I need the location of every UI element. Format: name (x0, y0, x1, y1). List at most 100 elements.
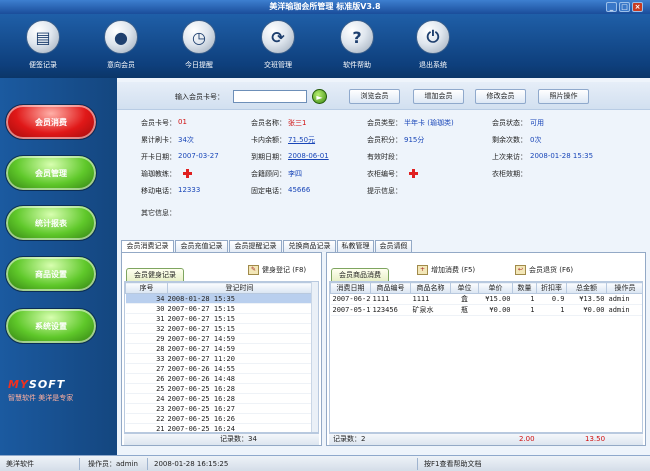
gym-seq-cell: 27 (125, 363, 168, 374)
table-row[interactable]: 23 2007-06-25 16:27 (125, 403, 312, 414)
goods-cell: 矿泉水 (410, 304, 451, 316)
status-operator: 操作员：admin (84, 458, 148, 470)
card-number-input[interactable] (233, 90, 307, 103)
status-company: 美洋软件 (2, 458, 80, 470)
consultant-value: 李四 (288, 170, 302, 178)
nav-member-manage[interactable]: 会员管理 (5, 155, 97, 191)
gym-time-cell: 2007-06-27 15:15 (167, 313, 312, 324)
table-row[interactable]: 25 2007-06-25 16:28 (125, 383, 312, 394)
tab-gym-records[interactable]: 会员健身记录 (126, 268, 184, 281)
balance-value[interactable]: 71.50元 (288, 135, 315, 145)
swipes-value: 34次 (178, 136, 194, 144)
toolbar-help-button[interactable]: ? 软件帮助 (322, 20, 392, 70)
nav-goods-settings[interactable]: 商品设置 (5, 256, 97, 292)
goods-table: 消费日期 商品编号 商品名称 单位 单价 数量 折扣率 总金额 操作员 2007… (329, 281, 643, 433)
gym-records-table: 序号 登记时间 34 2008-01-28 15:35 30 2007-06-27 15… (124, 281, 319, 433)
table-row[interactable]: 32 2007-06-27 15:15 (125, 323, 312, 334)
open-date-value: 2007-03-27 (178, 152, 219, 160)
nav-member-consume[interactable]: 会员消费 (5, 104, 97, 140)
gym-time-cell: 2007-06-27 14:59 (167, 333, 312, 344)
edit-member-button[interactable]: 修改会员 (475, 89, 526, 104)
toolbar-reminder-button[interactable]: ◷ 今日提醒 (164, 20, 234, 70)
nav-system-settings[interactable]: 系统设置 (5, 308, 97, 344)
table-row[interactable]: 22 2007-06-25 16:26 (125, 413, 312, 424)
last-visit-value: 2008-01-28 15:35 (530, 152, 594, 160)
add-icon: + (417, 265, 428, 275)
gym-scrollbar[interactable] (311, 282, 318, 432)
goods-cell: 0.9 (536, 293, 567, 305)
company-logo: MYSOFT 智慧软件 美洋是专家 (8, 378, 74, 402)
table-row[interactable]: 31 2007-06-27 15:15 (125, 313, 312, 324)
minimize-button[interactable]: _ (606, 2, 617, 12)
gym-seq-cell: 21 (125, 423, 168, 432)
table-row[interactable]: 2007-06-27 1111 1111 盒 ¥15.00 1 0.9 ¥13.50 admin (330, 293, 642, 305)
goods-cell: 1111 (370, 293, 411, 305)
gym-seq-cell: 30 (125, 303, 168, 314)
goods-cell: ¥13.50 (566, 293, 607, 305)
tab-leave[interactable]: 会员请假 (375, 240, 412, 252)
add-coach-icon[interactable] (183, 169, 192, 178)
add-locker-icon[interactable] (409, 169, 418, 178)
mobile-value: 12333 (178, 186, 201, 194)
maximize-button[interactable]: □ (619, 2, 630, 12)
main-panel: 输入会员卡号： ► 浏览会员 增加会员 修改会员 照片操作 会员卡号： 01 会… (117, 78, 650, 455)
tab-private-coach[interactable]: 私教管理 (337, 240, 374, 252)
toolbar-prospect-button[interactable]: ● 意向会员 (86, 20, 156, 70)
photo-button[interactable]: 照片操作 (538, 89, 589, 104)
phone-value: 45666 (288, 186, 311, 194)
title-bar: 美洋瑜珈会所管理 标准版V3.8 _ □ × (0, 0, 650, 14)
window-title: 美洋瑜珈会所管理 标准版V3.8 (269, 2, 381, 11)
gym-time-cell: 2007-06-25 16:28 (167, 393, 312, 404)
add-consume-button[interactable]: + 增加消费 (F5) (417, 265, 475, 275)
gym-checkin-button[interactable]: ✎ 健身登记 (F8) (248, 265, 306, 275)
logo-slogan: 智慧软件 美洋是专家 (8, 394, 74, 402)
table-row[interactable]: 26 2007-06-26 14:48 (125, 373, 312, 384)
close-button[interactable]: × (632, 2, 643, 12)
expire-date-value[interactable]: 2008-06-01 (288, 152, 329, 160)
goods-cell: ¥0.00 (478, 304, 513, 316)
status-hint: 按F1查看帮助文档 (424, 460, 482, 468)
gym-seq-cell: 29 (125, 333, 168, 344)
goods-footer: 记录数：2 2.00 13.50 (329, 433, 643, 445)
clipboard-icon: ▤ (26, 20, 60, 54)
gym-time-cell: 2007-06-27 15:15 (167, 303, 312, 314)
toolbar-exit-button[interactable]: ⏻ 退出系统 (398, 20, 468, 70)
clock-icon: ◷ (182, 20, 216, 54)
goods-cell: 123456 (370, 304, 411, 316)
tab-goods-consume[interactable]: 会员商品消费 (331, 268, 389, 281)
left-nav: 会员消费 会员管理 统计报表 商品设置 系统设置 MYSOFT 智慧软件 美洋是… (0, 78, 117, 455)
table-row[interactable]: 27 2007-06-26 14:55 (125, 363, 312, 374)
toolbar-shift-button[interactable]: ⟳ 交班管理 (243, 20, 313, 70)
goods-total-qty: 2.00 (519, 435, 535, 443)
table-row[interactable]: 28 2007-06-27 14:59 (125, 343, 312, 354)
member-name-value: 张三1 (288, 119, 307, 127)
gym-time-cell: 2007-06-26 14:48 (167, 373, 312, 384)
table-row[interactable]: 29 2007-06-27 14:59 (125, 333, 312, 344)
table-row[interactable]: 34 2008-01-28 15:35 (125, 293, 312, 304)
nav-statistics[interactable]: 统计报表 (5, 205, 97, 241)
table-row[interactable]: 2007-05-17 123456 矿泉水瓶 ¥0.00 1 1 ¥0.00 admin (330, 304, 642, 316)
gym-time-cell: 2007-06-27 11:20 (167, 353, 312, 364)
refund-button[interactable]: ↩ 会员退货 (F6) (515, 265, 573, 275)
gym-time-cell: 2007-06-25 16:24 (167, 423, 312, 432)
toolbar-notes-button[interactable]: ▤ 便签记录 (8, 20, 78, 70)
help-icon: ? (340, 20, 374, 54)
gym-footer: 记录数：34 (124, 433, 319, 445)
gym-seq-cell: 31 (125, 313, 168, 324)
tab-reminder-records[interactable]: 会员提醒记录 (229, 240, 282, 252)
card-input-label: 输入会员卡号： (175, 93, 224, 101)
browse-members-button[interactable]: 浏览会员 (349, 89, 400, 104)
table-row[interactable]: 24 2007-06-25 16:28 (125, 393, 312, 404)
gym-time-cell: 2007-06-27 14:59 (167, 343, 312, 354)
go-icon[interactable]: ► (312, 89, 327, 104)
goods-cell: admin (606, 293, 642, 305)
person-icon: ● (104, 20, 138, 54)
tab-exchange-records[interactable]: 兑换商品记录 (283, 240, 336, 252)
table-row[interactable]: 21 2007-06-25 16:24 (125, 423, 312, 432)
table-row[interactable]: 33 2007-06-27 11:20 (125, 353, 312, 364)
goods-cell: ¥15.00 (478, 293, 513, 305)
add-member-button[interactable]: 增加会员 (413, 89, 464, 104)
tab-recharge-records[interactable]: 会员充值记录 (175, 240, 228, 252)
table-row[interactable]: 30 2007-06-27 15:15 (125, 303, 312, 314)
goods-cell: 2007-06-27 (330, 293, 371, 305)
